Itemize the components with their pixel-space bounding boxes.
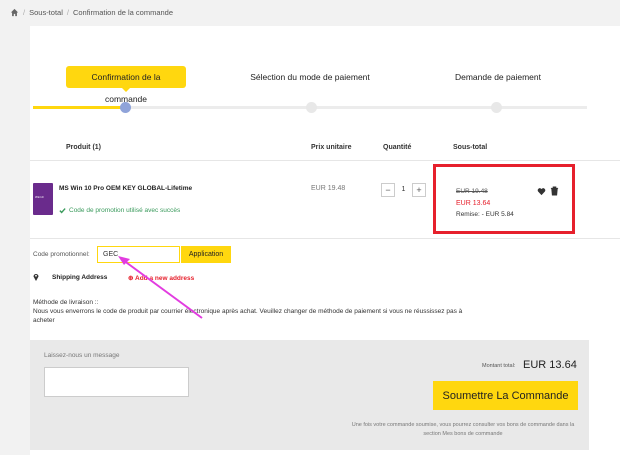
breadcrumb-item-current: Confirmation de la commande: [72, 7, 174, 17]
step-dot: [306, 102, 317, 113]
progress-steps: Confirmation de la commande Sélection du…: [30, 66, 620, 116]
breadcrumb-separator: /: [66, 7, 69, 17]
progress-track-complete: [33, 106, 125, 109]
discount-amount: Remise: - EUR 5.84: [456, 211, 514, 218]
order-note: Une fois votre commande soumise, vous po…: [351, 422, 575, 437]
location-pin-icon: [33, 274, 39, 281]
order-summary-panel: Laissez-nous un message Montant total: E…: [30, 340, 589, 450]
shipping-address-label: Shipping Address: [52, 274, 108, 281]
delivery-method-text: Nous vous enverrons le code de produit p…: [33, 308, 463, 324]
promo-success-message: Code de promotion utilisé avec succès: [59, 207, 180, 214]
trash-icon[interactable]: [550, 186, 559, 196]
step-confirmation: Confirmation de la commande: [66, 66, 186, 104]
subtotal-highlight: EUR 19.48 EUR 13.64 Remise: - EUR 5.84: [433, 164, 575, 234]
quantity-stepper: − 1 +: [381, 183, 426, 197]
discounted-price: EUR 13.64: [456, 200, 491, 207]
message-label: Laissez-nous un message: [44, 352, 120, 359]
progress-track-remaining: [125, 106, 587, 109]
home-icon[interactable]: [10, 8, 19, 17]
breadcrumb-separator: /: [23, 7, 26, 17]
original-price: EUR 19.48: [456, 188, 488, 195]
check-icon: [59, 208, 66, 214]
breadcrumb-item-subtotal[interactable]: Sous-total: [29, 8, 63, 17]
total-amount-label: Montant total:: [482, 363, 516, 369]
step-payment-method: Sélection du mode de paiement: [250, 72, 370, 82]
message-textarea[interactable]: [44, 367, 189, 397]
header-unit-price: Prix unitaire: [311, 144, 352, 151]
quantity-increase-button[interactable]: +: [412, 183, 426, 197]
delivery-method: Méthode de livraison :: Nous vous enverr…: [33, 298, 483, 325]
step-dot: [491, 102, 502, 113]
unit-price: EUR 19.48: [311, 185, 346, 192]
promo-code-input[interactable]: [97, 246, 180, 263]
quantity-value[interactable]: 1: [395, 183, 412, 197]
submit-order-button[interactable]: Soumettre La Commande: [433, 381, 578, 410]
promo-success-text: Code de promotion utilisé avec succès: [69, 207, 181, 214]
total-amount-value: EUR 13.64: [523, 359, 577, 371]
breadcrumb: / Sous-total / Confirmation de la comman…: [10, 6, 173, 18]
heart-icon[interactable]: [537, 187, 546, 196]
step-payment-request: Demande de paiement: [454, 72, 541, 82]
header-quantity: Quantité: [383, 144, 412, 151]
divider: [30, 238, 620, 239]
step-dot-active: [120, 102, 131, 113]
checkout-card: Confirmation de la commande Sélection du…: [30, 26, 620, 455]
header-product: Produit (1): [66, 144, 101, 151]
delivery-method-title: Méthode de livraison ::: [33, 299, 99, 306]
divider: [30, 160, 620, 161]
product-image[interactable]: Win10: [33, 183, 53, 215]
quantity-decrease-button[interactable]: −: [381, 183, 395, 197]
product-name[interactable]: MS Win 10 Pro OEM KEY GLOBAL-Lifetime: [59, 185, 192, 192]
promo-code-label: Code promotionnel:: [33, 251, 90, 258]
header-subtotal: Sous-total: [453, 144, 488, 151]
add-address-link[interactable]: ⊕ Add a new address: [128, 274, 194, 282]
apply-promo-button[interactable]: Application: [181, 246, 231, 263]
